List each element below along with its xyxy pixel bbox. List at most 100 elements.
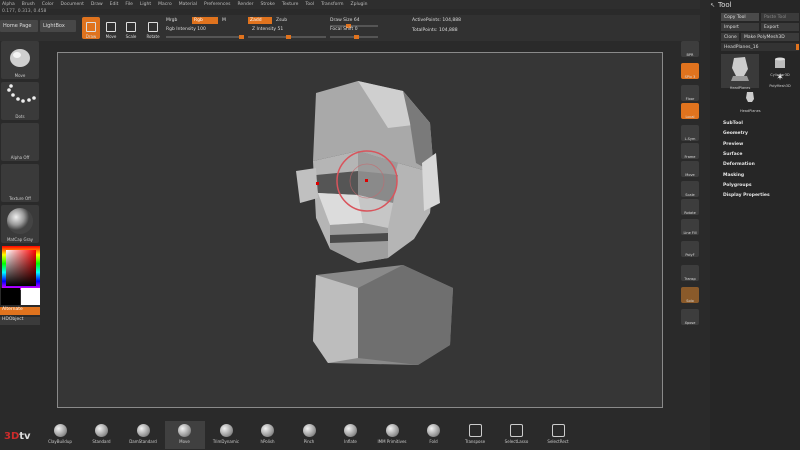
shelf-scale-button[interactable]: Scale xyxy=(681,181,699,197)
shelf-line-fill-button[interactable]: Line Fill xyxy=(681,219,699,235)
section-deformation[interactable]: Deformation xyxy=(723,162,755,167)
shelf-floor-button[interactable]: Floor xyxy=(681,85,699,101)
tool-thumb-cylinder[interactable]: Cylinder3D xyxy=(761,54,799,77)
brush-imm-primitives-button[interactable]: IMM Primitives xyxy=(372,421,412,449)
menu-item-edit[interactable]: Edit xyxy=(110,2,119,7)
shelf-spix-3-button[interactable]: SPix 3 xyxy=(681,63,699,79)
alpha-thumbnail[interactable]: Alpha Off xyxy=(1,123,39,161)
zadd-toggle[interactable]: Zadd xyxy=(248,17,272,24)
mrgb-toggle[interactable]: Mrgb xyxy=(166,18,177,23)
shelf-move-button[interactable]: Move xyxy=(681,161,699,177)
menu-item-alpha[interactable]: Alpha xyxy=(2,2,15,7)
brush-thumbnail[interactable]: Move xyxy=(1,41,39,79)
section-surface[interactable]: Surface xyxy=(723,152,742,157)
left-panel: Move Dots Alpha Off Texture Off MatCap G… xyxy=(0,41,42,331)
brush-claybuildup-button[interactable]: ClayBuildup xyxy=(40,421,80,449)
menu-item-draw[interactable]: Draw xyxy=(91,2,103,7)
z-intensity-slider[interactable] xyxy=(248,35,326,39)
current-tool-slider-knob[interactable] xyxy=(796,44,799,50)
copy-tool-button[interactable]: Copy Tool xyxy=(721,13,759,21)
shelf-bpr-button[interactable]: BPR xyxy=(681,41,699,57)
tool-menu-icon[interactable]: ↖ xyxy=(710,2,715,9)
menu-item-color[interactable]: Color xyxy=(42,2,54,7)
menu-item-stroke[interactable]: Stroke xyxy=(261,2,275,7)
material-thumbnail[interactable]: MatCap Gray xyxy=(1,205,39,243)
shelf-solo-button[interactable]: Solo xyxy=(681,287,699,303)
m-toggle[interactable]: M xyxy=(222,18,226,23)
secondary-color-swatch[interactable] xyxy=(21,288,40,305)
move-icon xyxy=(106,22,116,32)
paste-tool-button[interactable]: Paste Tool xyxy=(761,13,799,21)
menu-item-macro[interactable]: Macro xyxy=(158,2,172,7)
clone-button[interactable]: Clone xyxy=(721,33,739,41)
menu-item-document[interactable]: Document xyxy=(61,2,84,7)
brush-selectrect-button[interactable]: SelectRect xyxy=(538,421,578,449)
head-planes-model[interactable] xyxy=(58,53,664,409)
scale-tool-button[interactable]: Scale xyxy=(122,17,140,39)
rotate-tool-button[interactable]: Rotate xyxy=(144,17,162,39)
brush-selectlasso-button[interactable]: SelectLasso xyxy=(497,421,537,449)
make-polymesh-button[interactable]: Make PolyMesh3D xyxy=(741,33,799,41)
shelf-frame-button[interactable]: Frame xyxy=(681,143,699,159)
current-tool-slider[interactable]: HeadPlanes_16 xyxy=(721,43,799,51)
slider-knob[interactable] xyxy=(286,35,291,39)
menu-item-transform[interactable]: Transform xyxy=(321,2,343,7)
shelf-transp-button[interactable]: Transp xyxy=(681,265,699,281)
tool-thumb-headplanes-small[interactable]: HeadPlanes xyxy=(740,90,761,113)
slider-knob[interactable] xyxy=(239,35,244,39)
section-polygroups[interactable]: Polygroups xyxy=(723,183,752,188)
focal-shift-slider[interactable] xyxy=(330,35,378,39)
brush-sphere-icon xyxy=(178,424,191,437)
menu-item-material[interactable]: Material xyxy=(179,2,197,7)
stroke-thumbnail[interactable]: Dots xyxy=(1,82,39,120)
lightbox-button[interactable]: LightBox xyxy=(40,20,76,32)
shelf-local-button[interactable]: Local xyxy=(681,103,699,119)
brush-inflate-button[interactable]: Inflate xyxy=(331,421,371,449)
section-display-properties[interactable]: Display Properties xyxy=(723,193,770,198)
shelf-rotate-button[interactable]: Rotate xyxy=(681,199,699,215)
move-tool-button[interactable]: Move xyxy=(102,17,120,39)
brush-trimdynamic-button[interactable]: TrimDynamic xyxy=(206,421,246,449)
slider-knob[interactable] xyxy=(354,35,359,39)
menu-item-render[interactable]: Render xyxy=(238,2,254,7)
menu-item-texture[interactable]: Texture xyxy=(282,2,298,7)
draw-tool-button[interactable]: Draw xyxy=(82,17,100,39)
section-preview[interactable]: Preview xyxy=(723,142,743,147)
brush-damstandard-button[interactable]: DamStandard xyxy=(123,421,163,449)
tool-thumb-polymesh[interactable]: ✶ PolyMesh3D xyxy=(761,73,799,90)
shelf-xpose-button[interactable]: Xpose xyxy=(681,309,699,325)
color-picker[interactable] xyxy=(2,246,40,290)
brush-standard-button[interactable]: Standard xyxy=(82,421,122,449)
brush-move-button[interactable]: Move xyxy=(164,421,205,449)
alternate-button[interactable]: Alternate xyxy=(0,307,40,315)
brush-fold-button[interactable]: Fold xyxy=(414,421,454,449)
rgb-toggle[interactable]: Rgb xyxy=(192,17,218,24)
texture-thumbnail[interactable]: Texture Off xyxy=(1,164,39,202)
shelf-polyf-button[interactable]: PolyF xyxy=(681,241,699,257)
tool-thumb-headplanes[interactable]: HeadPlanes xyxy=(721,54,759,90)
section-subtool[interactable]: SubTool xyxy=(723,121,743,126)
shelf-l-sym-button[interactable]: L.Sym xyxy=(681,125,699,141)
menu-item-preferences[interactable]: Preferences xyxy=(204,2,230,7)
import-button[interactable]: Import xyxy=(721,23,759,31)
rgb-intensity-slider[interactable] xyxy=(166,35,244,39)
home-page-button[interactable]: Home Page xyxy=(0,20,38,32)
brush-transpose-button[interactable]: Transpose xyxy=(455,421,495,449)
zsub-toggle[interactable]: Zsub xyxy=(276,18,287,23)
export-button[interactable]: Export xyxy=(761,23,799,31)
brush-hpolish-button[interactable]: hPolish xyxy=(248,421,288,449)
hdobject-button[interactable]: HDObject xyxy=(0,317,40,325)
brush-sphere-icon xyxy=(427,424,440,437)
section-masking[interactable]: Masking xyxy=(723,173,744,178)
menu-item-brush[interactable]: Brush xyxy=(22,2,35,7)
brush-pinch-button[interactable]: Pinch xyxy=(289,421,329,449)
menu-item-zplugin[interactable]: Zplugin xyxy=(351,2,368,7)
brush-sphere-icon xyxy=(261,424,274,437)
menu-item-light[interactable]: Light xyxy=(140,2,151,7)
main-color-swatch[interactable] xyxy=(1,288,20,305)
document-canvas[interactable] xyxy=(57,52,663,408)
section-geometry[interactable]: Geometry xyxy=(723,131,748,136)
menu-item-tool[interactable]: Tool xyxy=(305,2,314,7)
brush-sphere-icon xyxy=(136,424,150,437)
menu-item-file[interactable]: File xyxy=(125,2,133,7)
